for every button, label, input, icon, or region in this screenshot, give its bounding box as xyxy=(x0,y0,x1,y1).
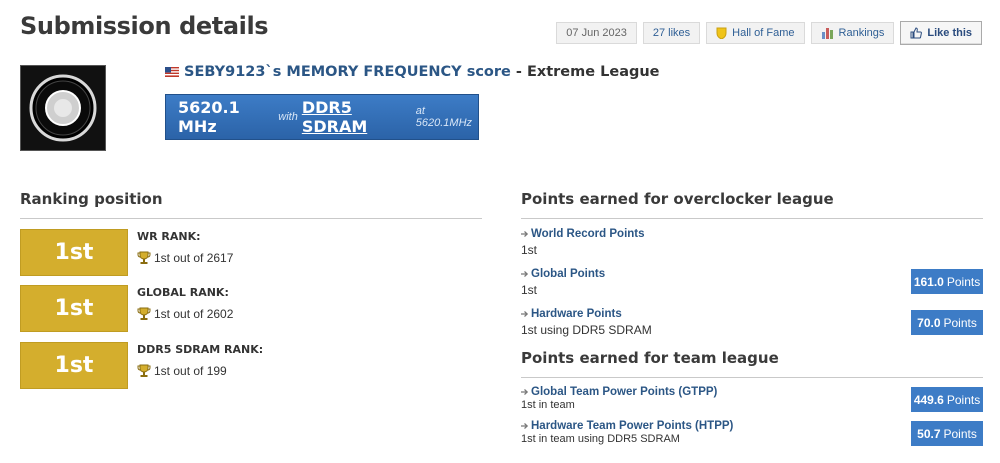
ranking-section-title: Ranking position xyxy=(20,190,163,208)
rank-position-badge: 1st xyxy=(20,342,128,389)
likes-chip[interactable]: 27 likes xyxy=(642,22,701,44)
hall-of-fame-label: Hall of Fame xyxy=(732,27,795,39)
ranking-divider xyxy=(20,218,482,219)
arrow-icon xyxy=(521,389,529,395)
overclocker-section-title: Points earned for overclocker league xyxy=(521,190,834,208)
overclocker-divider xyxy=(521,218,983,219)
points-row-gtpp: Global Team Power Points (GTPP) 1st in t… xyxy=(521,386,983,416)
points-sub: 1st xyxy=(521,243,538,257)
points-title-text: Global Team Power Points (GTPP) xyxy=(531,386,718,398)
date-label: 07 Jun 2023 xyxy=(566,27,627,39)
hall-of-fame-icon xyxy=(716,27,727,39)
points-title-text: Hardware Points xyxy=(531,308,622,320)
rank-detail-text: 1st out of 2617 xyxy=(154,251,234,265)
submission-header: SEBY9123`s MEMORY FREQUENCY score - Extr… xyxy=(165,64,660,80)
like-this-label: Like this xyxy=(927,27,972,39)
points-badge: 50.7 Points xyxy=(911,421,983,446)
points-row-world-record: World Record Points 1st xyxy=(521,228,983,264)
arrow-icon xyxy=(521,271,529,277)
score-value: 5620.1 MHz xyxy=(178,98,240,136)
points-badge: 449.6 Points xyxy=(911,387,983,412)
league-label: - Extreme League xyxy=(515,64,660,80)
rank-row-hardware: 1st DDR5 SDRAM RANK: 1st out of 199 xyxy=(20,342,490,389)
rank-row-wr: 1st WR RANK: 1st out of 2617 xyxy=(20,229,490,276)
points-row-global: Global Points 1st 161.0 Points xyxy=(521,268,983,304)
points-row-hardware: Hardware Points 1st using DDR5 SDRAM 70.… xyxy=(521,308,983,344)
points-title-text: World Record Points xyxy=(531,228,645,240)
points-unit: Points xyxy=(946,392,981,407)
rank-detail-text: 1st out of 199 xyxy=(154,364,227,378)
rankings-label: Rankings xyxy=(838,27,885,39)
rank-detail: 1st out of 2617 xyxy=(137,251,233,265)
points-row-htpp: Hardware Team Power Points (HTPP) 1st in… xyxy=(521,420,983,450)
team-section-title: Points earned for team league xyxy=(521,349,779,367)
points-badge: 161.0 Points xyxy=(911,269,983,294)
points-value: 161.0 xyxy=(913,274,944,289)
arrow-icon xyxy=(521,423,529,429)
rank-label: WR RANK: xyxy=(137,230,201,243)
rank-position-badge: 1st xyxy=(20,229,128,276)
thumbs-up-icon xyxy=(910,27,923,39)
rank-detail: 1st out of 199 xyxy=(137,364,227,378)
rank-position-badge: 1st xyxy=(20,285,128,332)
user-score-link[interactable]: SEBY9123`s MEMORY FREQUENCY score xyxy=(184,64,511,80)
likes-label: 27 likes xyxy=(652,27,691,39)
arrow-icon xyxy=(521,231,529,237)
points-title-link[interactable]: World Record Points xyxy=(521,228,983,240)
rank-detail: 1st out of 2602 xyxy=(137,307,233,321)
points-value: 50.7 xyxy=(917,426,941,441)
trophy-icon xyxy=(137,307,151,320)
top-bar: 07 Jun 2023 27 likes Hall of Fame Rankin… xyxy=(556,21,982,45)
hall-of-fame-button[interactable]: Hall of Fame xyxy=(706,22,805,44)
points-unit: Points xyxy=(946,274,981,289)
points-unit: Points xyxy=(943,426,977,441)
rank-row-global: 1st GLOBAL RANK: 1st out of 2602 xyxy=(20,285,490,332)
points-title-text: Hardware Team Power Points (HTPP) xyxy=(531,420,734,432)
points-badge: 70.0 Points xyxy=(911,310,983,335)
rank-label: DDR5 SDRAM RANK: xyxy=(137,343,264,356)
rank-label: GLOBAL RANK: xyxy=(137,286,229,299)
page-title: Submission details xyxy=(20,12,269,40)
score-at-text: at 5620.1MHz xyxy=(415,105,473,129)
like-this-button[interactable]: Like this xyxy=(900,21,982,45)
trophy-icon xyxy=(137,364,151,377)
avatar-image xyxy=(29,74,97,142)
memory-type-link[interactable]: DDR5 SDRAM xyxy=(302,98,412,136)
date-chip: 07 Jun 2023 xyxy=(556,22,637,44)
score-with-text: with xyxy=(278,111,298,123)
rank-detail-text: 1st out of 2602 xyxy=(154,307,234,321)
score-box: 5620.1 MHz with DDR5 SDRAM at 5620.1MHz xyxy=(165,94,479,140)
points-value: 70.0 xyxy=(917,315,941,330)
flag-icon xyxy=(165,67,179,77)
rankings-icon xyxy=(821,28,833,39)
points-value: 449.6 xyxy=(913,392,944,407)
rankings-button[interactable]: Rankings xyxy=(810,22,895,44)
points-title-text: Global Points xyxy=(531,268,606,280)
trophy-icon xyxy=(137,251,151,264)
points-unit: Points xyxy=(943,315,977,330)
team-divider xyxy=(521,377,983,378)
arrow-icon xyxy=(521,311,529,317)
avatar[interactable] xyxy=(20,65,106,151)
